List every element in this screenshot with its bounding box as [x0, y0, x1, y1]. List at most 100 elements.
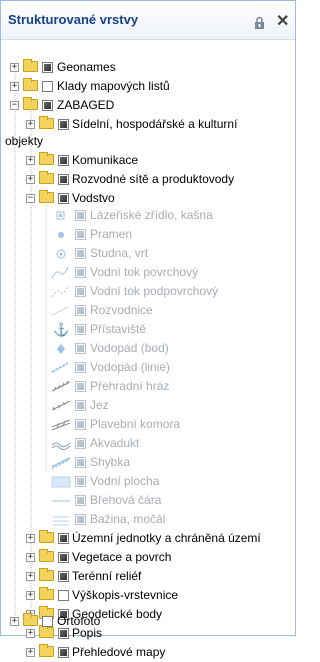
folder-icon — [39, 587, 54, 600]
tree-leaf-studna: Studna, vrt — [1, 244, 295, 263]
layer-label-wrap[interactable]: objekty — [5, 134, 43, 148]
expand-toggle[interactable]: + — [10, 82, 19, 91]
layer-label[interactable]: Přehradní hráz — [90, 379, 169, 393]
folder-open-icon — [39, 190, 54, 203]
tree-leaf-prehradni-hraz: Přehradní hráz — [1, 377, 295, 396]
layer-checkbox[interactable] — [58, 174, 69, 185]
tree-node-sidelni: + Sídelní, hospodářské a kulturní objekt… — [1, 115, 295, 151]
surface-stream-icon — [51, 265, 69, 280]
tree-leaf-akvadukt: Akvadukt — [1, 434, 295, 453]
layer-checkbox[interactable] — [75, 248, 86, 259]
layer-checkbox[interactable] — [58, 571, 69, 582]
expand-toggle[interactable]: + — [26, 175, 35, 184]
tree-node-terenni: + Terénní reliéf — [1, 567, 295, 586]
layer-checkbox[interactable] — [75, 495, 86, 506]
expand-toggle[interactable]: + — [26, 591, 35, 600]
layer-label[interactable]: Břehová čára — [90, 493, 161, 507]
layer-checkbox[interactable] — [58, 119, 69, 130]
layer-checkbox[interactable] — [58, 155, 69, 166]
swamp-icon — [51, 512, 69, 527]
layer-checkbox[interactable] — [42, 62, 53, 73]
spa-fountain-icon — [53, 208, 69, 223]
underground-stream-icon — [51, 284, 69, 299]
layer-checkbox[interactable] — [58, 552, 69, 563]
layer-checkbox[interactable] — [58, 647, 69, 658]
layer-label[interactable]: Plavební komora — [90, 417, 180, 431]
layer-checkbox[interactable] — [42, 81, 53, 92]
layer-label[interactable]: Komunikace — [72, 153, 138, 167]
layer-label[interactable]: Rozvodnice — [90, 303, 153, 317]
layer-checkbox[interactable] — [75, 210, 86, 221]
expand-toggle[interactable]: + — [26, 534, 35, 543]
layer-label[interactable]: Terénní reliéf — [72, 569, 141, 583]
tree-node-rozvodne: + Rozvodné sítě a produktovody — [1, 170, 295, 189]
layer-label[interactable]: Shybka — [90, 455, 130, 469]
layer-label[interactable]: Vodní plocha — [90, 474, 159, 488]
layer-label[interactable]: Klady mapových listů — [57, 79, 170, 93]
layer-checkbox[interactable] — [58, 193, 69, 204]
layer-label[interactable]: Územní jednotky a chráněná území — [72, 531, 261, 545]
spring-icon — [53, 227, 69, 242]
layer-label[interactable]: Bažina, močál — [90, 512, 165, 526]
layer-label[interactable]: Lázeňské zřídlo, kašna — [90, 208, 213, 222]
layer-label[interactable]: Pramen — [90, 227, 132, 241]
expand-toggle[interactable]: + — [26, 648, 35, 657]
layer-checkbox[interactable] — [75, 305, 86, 316]
tree-leaf-vodopad-linie: Vodopád (linie) — [1, 358, 295, 377]
collapse-toggle[interactable]: − — [26, 194, 35, 203]
layer-checkbox[interactable] — [75, 400, 86, 411]
layer-checkbox[interactable] — [75, 324, 86, 335]
folder-open-icon — [23, 97, 38, 110]
folder-icon — [39, 644, 54, 657]
layer-label[interactable]: Jez — [90, 398, 109, 412]
layer-checkbox[interactable] — [58, 533, 69, 544]
layer-label[interactable]: Studna, vrt — [90, 246, 148, 260]
expand-toggle[interactable]: + — [26, 572, 35, 581]
tree-leaf-rozvodnice: Rozvodnice — [1, 301, 295, 320]
layer-label[interactable]: Sídelní, hospodářské a kulturní — [72, 117, 237, 131]
layer-checkbox[interactable] — [75, 286, 86, 297]
layer-label[interactable]: Přístaviště — [90, 322, 146, 336]
layer-label[interactable]: Ortofoto — [57, 614, 100, 628]
layer-label[interactable]: Vodopád (linie) — [90, 360, 170, 374]
tree-node-prehledove: + Přehledové mapy — [1, 643, 295, 662]
layer-label[interactable]: Výškopis-vrstevnice — [72, 588, 178, 602]
expand-toggle[interactable]: + — [10, 63, 19, 72]
tree-leaf-jez: Jez — [1, 396, 295, 415]
tree-leaf-pramen: Pramen — [1, 225, 295, 244]
layer-checkbox[interactable] — [75, 362, 86, 373]
layer-checkbox[interactable] — [75, 381, 86, 392]
tree-leaf-vodni-tok-podpovrchovy: Vodní tok podpovrchový — [1, 282, 295, 301]
lock-chamber-icon — [51, 417, 71, 432]
layer-label[interactable]: Vodstvo — [72, 191, 115, 205]
layer-label[interactable]: Geonames — [57, 60, 116, 74]
collapse-toggle[interactable]: − — [10, 101, 19, 110]
layer-label[interactable]: Vodní tok podpovrchový — [90, 284, 218, 298]
layer-checkbox[interactable] — [42, 616, 53, 627]
layer-label[interactable]: Vodopád (bod) — [90, 341, 169, 355]
layer-label[interactable]: Vodní tok povrchový — [90, 265, 198, 279]
expand-toggle[interactable]: + — [26, 553, 35, 562]
expand-toggle[interactable]: + — [26, 120, 35, 129]
layer-checkbox[interactable] — [75, 438, 86, 449]
layer-label[interactable]: Vegetace a povrch — [72, 550, 171, 564]
aqueduct-icon — [51, 436, 71, 451]
tree-leaf-vodni-plocha: Vodní plocha — [1, 472, 295, 491]
folder-icon — [39, 568, 54, 581]
layer-checkbox[interactable] — [75, 457, 86, 468]
expand-toggle[interactable]: + — [26, 156, 35, 165]
layer-checkbox[interactable] — [75, 476, 86, 487]
layer-label[interactable]: Přehledové mapy — [72, 645, 165, 659]
layer-label[interactable]: Rozvodné sítě a produktovody — [72, 172, 234, 186]
expand-toggle[interactable]: + — [10, 617, 19, 626]
layer-checkbox[interactable] — [42, 100, 53, 111]
layer-checkbox[interactable] — [75, 267, 86, 278]
layer-checkbox[interactable] — [75, 343, 86, 354]
tree-node-ortofoto: + Ortofoto — [1, 612, 295, 631]
layer-checkbox[interactable] — [58, 590, 69, 601]
layer-label[interactable]: ZABAGED — [57, 98, 114, 112]
layer-label[interactable]: Akvadukt — [90, 436, 139, 450]
layer-checkbox[interactable] — [75, 419, 86, 430]
layer-checkbox[interactable] — [75, 229, 86, 240]
layer-checkbox[interactable] — [75, 514, 86, 525]
